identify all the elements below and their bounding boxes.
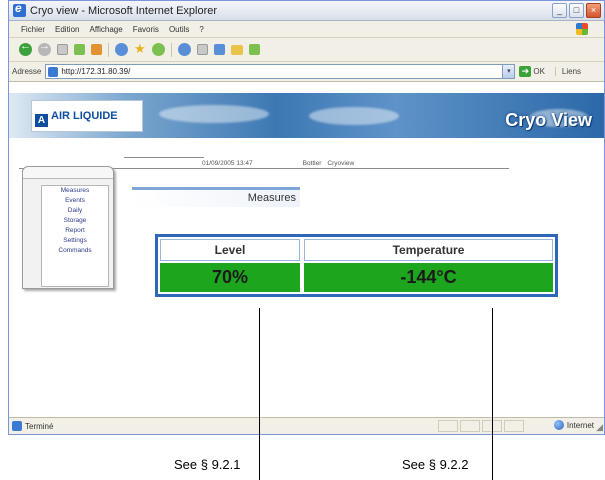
zone-label: Internet xyxy=(566,420,594,430)
table-header-row: Level Temperature xyxy=(158,237,555,263)
minimize-icon[interactable]: _ xyxy=(552,3,567,18)
go-arrow-icon: ➔ xyxy=(519,66,532,77)
menu-affichage[interactable]: Affichage xyxy=(89,25,122,34)
status-panes xyxy=(438,420,524,432)
windows-logo-icon xyxy=(576,23,588,35)
menu-fichier[interactable]: Fichier xyxy=(21,25,45,34)
sidebar-item-storage[interactable]: Storage xyxy=(42,216,108,226)
level-value: 70% xyxy=(160,263,300,292)
address-label: Adresse xyxy=(12,67,42,76)
media-icon[interactable] xyxy=(151,43,165,56)
sidebar-item-measures[interactable]: Measures xyxy=(42,186,108,196)
table-row: 70% -144°C xyxy=(158,263,555,294)
home-icon[interactable] xyxy=(91,44,102,55)
logo-text: AIR LIQUIDE xyxy=(51,110,118,122)
datetime-label: 01/09/2005 13:47 xyxy=(202,159,253,167)
stop-icon[interactable] xyxy=(57,44,68,55)
go-button[interactable]: ➔ OK xyxy=(519,66,545,77)
menu-bar: Fichier Edition Affichage Favoris Outils… xyxy=(9,21,604,38)
window-controls: _ □ × xyxy=(552,3,601,18)
menu-help[interactable]: ? xyxy=(199,25,203,34)
leader-line-level xyxy=(259,308,260,480)
callout-temperature: See § 9.2.2 xyxy=(402,457,469,472)
page-icon xyxy=(12,421,22,431)
toolbar-separator xyxy=(170,42,172,57)
document-figure: Cryo view - Microsoft Internet Explorer … xyxy=(0,0,605,480)
callout-level: See § 9.2.1 xyxy=(174,457,241,472)
close-icon[interactable]: × xyxy=(586,3,601,18)
edit-icon[interactable] xyxy=(213,44,225,55)
measures-table: Level Temperature 70% -144°C xyxy=(155,234,558,297)
level-header: Level xyxy=(160,239,300,261)
leader-line-temperature xyxy=(492,308,493,480)
web-page: A AIR LIQUIDE Cryo View 01/09/2005 13:47… xyxy=(9,83,604,413)
status-bar: Terminé Internet ◢ xyxy=(9,417,604,434)
go-label: OK xyxy=(533,67,545,76)
chevron-down-icon[interactable]: ▾ xyxy=(502,65,515,78)
mail-icon[interactable] xyxy=(177,43,191,56)
browser-window: Cryo view - Microsoft Internet Explorer … xyxy=(8,0,605,435)
status-text: Terminé xyxy=(25,421,54,431)
sidebar-item-report[interactable]: Report xyxy=(42,226,108,236)
menu-outils[interactable]: Outils xyxy=(169,25,189,34)
refresh-icon[interactable] xyxy=(74,44,85,55)
sidebar-item-commands[interactable]: Commands xyxy=(42,246,108,256)
maximize-icon[interactable]: □ xyxy=(569,3,584,18)
messenger-icon[interactable] xyxy=(248,44,260,55)
resize-grip-icon[interactable]: ◢ xyxy=(596,422,603,433)
menu-edition[interactable]: Edition xyxy=(55,25,79,34)
temperature-value: -144°C xyxy=(304,263,553,292)
print-icon[interactable] xyxy=(196,44,208,55)
forward-icon[interactable] xyxy=(38,40,51,56)
address-bar: Adresse http://172.31.80.39/ ▾ ➔ OK Lien… xyxy=(9,62,604,82)
back-icon[interactable] xyxy=(19,40,32,56)
favorites-icon[interactable]: ★ xyxy=(134,42,146,56)
air-liquide-logo: A AIR LIQUIDE xyxy=(31,100,143,132)
menu-favoris[interactable]: Favoris xyxy=(133,25,159,34)
sidebar: Measures Events Daily Storage Report Set… xyxy=(22,166,114,289)
site-label: Cryoview xyxy=(327,159,355,167)
sidebar-item-daily[interactable]: Daily xyxy=(42,206,108,216)
page-title: Measures xyxy=(247,192,296,204)
temperature-header: Temperature xyxy=(304,239,553,261)
sidebar-menu: Measures Events Daily Storage Report Set… xyxy=(41,185,109,287)
folder-icon[interactable] xyxy=(230,44,243,55)
sidebar-header xyxy=(23,167,113,179)
ie-icon xyxy=(13,1,26,17)
sidebar-item-events[interactable]: Events xyxy=(42,196,108,206)
address-input[interactable]: http://172.31.80.39/ ▾ xyxy=(45,64,516,79)
window-title: Cryo view - Microsoft Internet Explorer xyxy=(30,4,218,17)
search-icon[interactable] xyxy=(115,43,128,56)
sidebar-item-settings[interactable]: Settings xyxy=(42,236,108,246)
address-value: http://172.31.80.39/ xyxy=(61,67,131,76)
security-zone: Internet xyxy=(553,420,594,430)
browser-toolbar: ★ xyxy=(9,38,604,62)
section-header: Measures xyxy=(132,187,300,207)
user-label: Bottler xyxy=(302,159,322,167)
page-icon xyxy=(48,66,59,77)
title-bar: Cryo view - Microsoft Internet Explorer … xyxy=(9,1,604,21)
globe-icon xyxy=(553,420,564,430)
links-button[interactable]: Liens xyxy=(554,67,581,76)
toolbar-separator xyxy=(108,42,109,57)
app-brand-title: Cryo View xyxy=(505,110,592,130)
logo-mark: A xyxy=(35,113,48,127)
